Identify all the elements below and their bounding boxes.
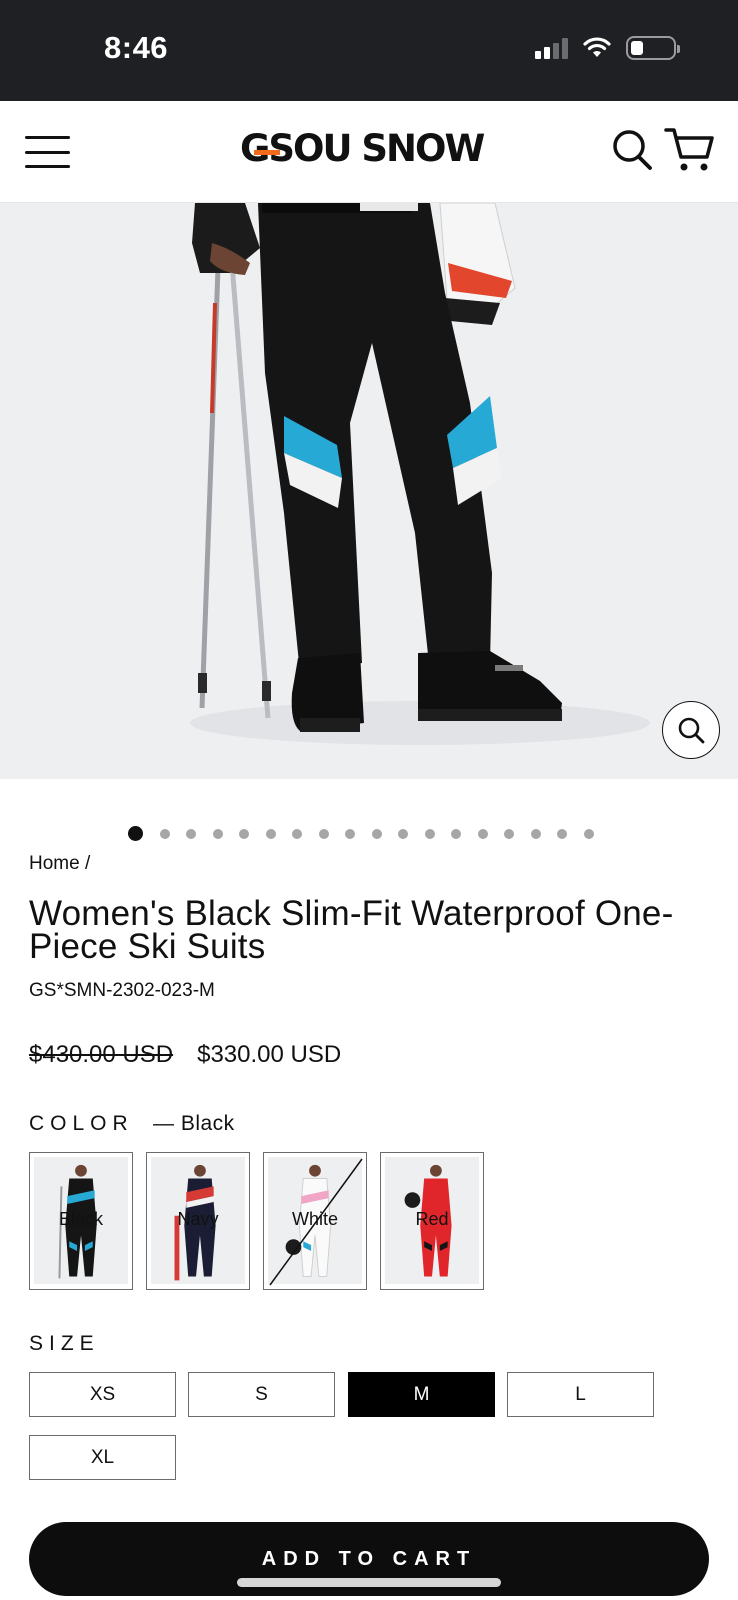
gallery-dot[interactable] xyxy=(557,828,567,839)
color-swatch-navy[interactable]: Navy xyxy=(146,1152,250,1290)
color-swatch-red[interactable]: Red xyxy=(380,1152,484,1290)
swatch-label-black: Black xyxy=(58,1209,103,1229)
zoom-button[interactable] xyxy=(662,701,720,759)
gallery-dot[interactable] xyxy=(239,828,249,839)
price-row: $430.00 USD $330.00 USD xyxy=(29,1041,341,1069)
color-swatches: Black Navy White Red xyxy=(29,1152,484,1290)
status-icons xyxy=(535,36,680,60)
product-hero-image[interactable] xyxy=(0,203,738,779)
gallery-dot[interactable] xyxy=(265,828,276,839)
hamburger-menu-icon[interactable] xyxy=(25,136,70,168)
gallery-dot[interactable] xyxy=(477,828,488,839)
size-label: SIZE xyxy=(29,1332,100,1355)
wifi-icon xyxy=(583,37,611,57)
breadcrumb-separator: / xyxy=(84,853,91,874)
battery-icon xyxy=(626,36,680,60)
size-option-m[interactable]: M xyxy=(348,1372,495,1417)
gallery-dot[interactable] xyxy=(159,828,170,839)
gallery-dot[interactable] xyxy=(451,828,461,839)
product-title: Women's Black Slim-Fit Waterproof One-Pi… xyxy=(29,894,674,966)
cart-icon[interactable] xyxy=(664,126,716,174)
home-indicator[interactable] xyxy=(237,1578,501,1587)
logo-accent-bar xyxy=(254,150,280,155)
gallery-dot[interactable] xyxy=(424,828,435,839)
gallery-dot[interactable] xyxy=(530,828,541,839)
gallery-dot[interactable] xyxy=(318,828,329,839)
gallery-dot[interactable] xyxy=(583,828,594,839)
ski-suit-photo xyxy=(0,203,738,779)
gallery-dot[interactable] xyxy=(186,828,196,839)
cellular-signal-icon xyxy=(535,37,568,59)
gallery-dot[interactable] xyxy=(504,828,514,839)
size-option-l[interactable]: L xyxy=(507,1372,654,1417)
zoom-icon xyxy=(678,717,705,744)
gallery-dot[interactable] xyxy=(371,828,382,839)
site-header: GSOU SNOW xyxy=(0,101,738,203)
swatch-label-white: White xyxy=(291,1209,338,1229)
swatch-label-navy: Navy xyxy=(177,1209,219,1229)
gallery-pagination-dots xyxy=(128,826,594,841)
breadcrumb-home-link[interactable]: Home xyxy=(29,853,80,874)
size-option-xl[interactable]: XL xyxy=(29,1435,176,1480)
color-swatch-white[interactable]: White xyxy=(263,1152,367,1290)
product-sku: GS*SMN-2302-023-M xyxy=(29,980,215,1001)
breadcrumb: Home / xyxy=(29,853,90,875)
site-logo[interactable]: GSOU SNOW xyxy=(240,127,485,170)
sale-price: $330.00 USD xyxy=(197,1041,342,1068)
status-time: 8:46 xyxy=(104,30,169,65)
color-selected-value: — Black xyxy=(153,1112,235,1135)
gallery-dot[interactable] xyxy=(292,828,302,839)
status-bar: 8:46 xyxy=(0,0,738,101)
color-label: COLOR xyxy=(29,1112,134,1135)
color-swatch-black[interactable]: Black xyxy=(29,1152,133,1290)
gallery-dot[interactable] xyxy=(212,828,223,839)
size-option-s[interactable]: S xyxy=(188,1372,335,1417)
size-option-xs[interactable]: XS xyxy=(29,1372,176,1417)
search-icon[interactable] xyxy=(612,128,654,172)
gallery-dot[interactable] xyxy=(345,828,355,839)
compare-at-price: $430.00 USD xyxy=(29,1041,174,1068)
gallery-dot[interactable] xyxy=(398,828,408,839)
swatch-label-red: Red xyxy=(415,1209,449,1229)
gallery-dot[interactable] xyxy=(128,826,143,841)
